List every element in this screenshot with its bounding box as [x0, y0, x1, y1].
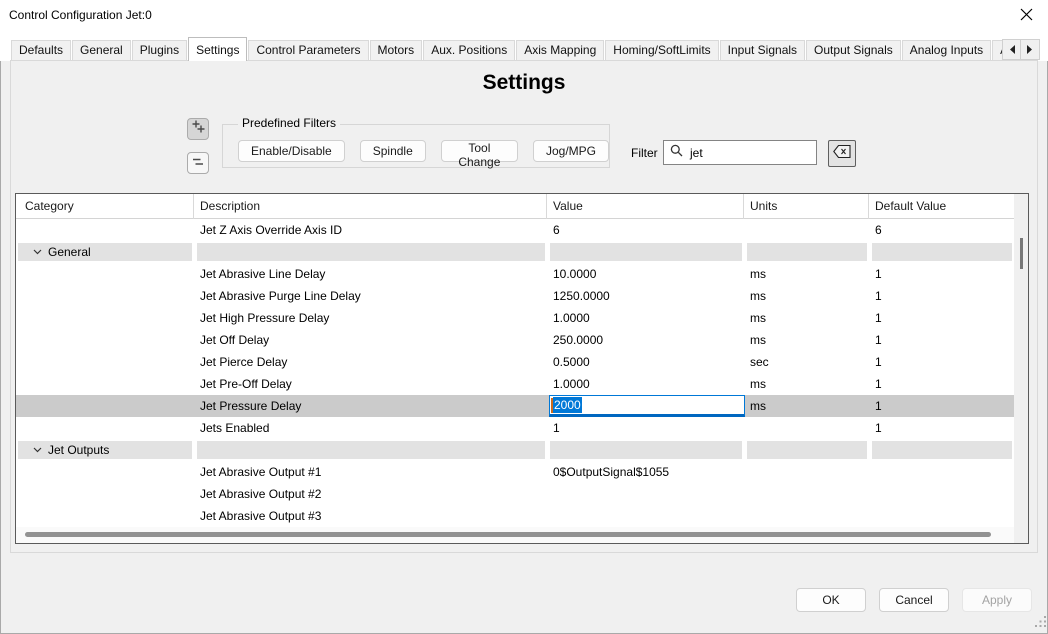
selected-text: 2000: [553, 397, 582, 413]
expand-all-button[interactable]: [187, 118, 209, 140]
table-row[interactable]: Jet Off Delay 250.0000 ms 1: [16, 329, 1014, 351]
table-row[interactable]: Jet Abrasive Output #3: [16, 505, 1014, 527]
category-row-general[interactable]: General: [16, 241, 1014, 263]
close-icon: [1020, 8, 1033, 24]
column-header-description[interactable]: Description: [194, 194, 547, 219]
tab-motors[interactable]: Motors: [370, 40, 423, 61]
tab-input-signals[interactable]: Input Signals: [720, 40, 805, 61]
backspace-icon: [833, 145, 851, 163]
arrow-left-icon: [1009, 41, 1015, 59]
tool-change-filter-button[interactable]: Tool Change: [441, 140, 518, 162]
vertical-scrollbar-thumb[interactable]: [1020, 238, 1023, 269]
spindle-filter-button[interactable]: Spindle: [360, 140, 426, 162]
column-header-units[interactable]: Units: [744, 194, 869, 219]
category-label: General: [48, 243, 91, 261]
title-bar: Control Configuration Jet:0: [0, 0, 1048, 30]
tab-output-signals[interactable]: Output Signals: [806, 40, 901, 61]
filter-search-input[interactable]: jet: [663, 140, 817, 165]
enable-disable-filter-button[interactable]: Enable/Disable: [238, 140, 345, 162]
table-row[interactable]: Jet Z Axis Override Axis ID 6 6: [16, 219, 1014, 241]
clear-filter-button[interactable]: [828, 140, 856, 167]
window-title: Control Configuration Jet:0: [9, 8, 152, 22]
tab-scroll-left-button[interactable]: [1002, 39, 1021, 60]
tab-scroll-right-button[interactable]: [1021, 39, 1040, 60]
category-label: Jet Outputs: [48, 441, 109, 459]
filter-label: Filter: [631, 146, 658, 160]
table-row[interactable]: Jet Abrasive Output #1 0$OutputSignal$10…: [16, 461, 1014, 483]
tab-settings[interactable]: Settings: [188, 37, 247, 61]
table-row[interactable]: Jets Enabled 1 1: [16, 417, 1014, 439]
table-row[interactable]: Jet Abrasive Purge Line Delay 1250.0000 …: [16, 285, 1014, 307]
ok-button[interactable]: OK: [796, 588, 866, 612]
filter-search-value: jet: [690, 146, 703, 160]
tab-aux-positions[interactable]: Aux. Positions: [423, 40, 515, 61]
chevron-down-icon[interactable]: [33, 447, 42, 453]
category-row-jet-outputs[interactable]: Jet Outputs: [16, 439, 1014, 461]
tab-analog-outputs[interactable]: Analog Outputs: [992, 40, 1002, 61]
tab-analog-inputs[interactable]: Analog Inputs: [902, 40, 991, 61]
settings-grid: Category Description Value Units Default…: [15, 193, 1029, 544]
tab-defaults[interactable]: Defaults: [11, 40, 71, 61]
arrow-right-icon: [1027, 41, 1033, 59]
table-row[interactable]: Jet Pierce Delay 0.5000 sec 1: [16, 351, 1014, 373]
collapse-all-icon: [192, 154, 204, 172]
tab-general[interactable]: General: [72, 40, 131, 61]
apply-button[interactable]: Apply: [962, 588, 1032, 612]
table-row-selected[interactable]: Jet Pressure Delay 2000 ms 1: [16, 395, 1014, 417]
tab-plugins[interactable]: Plugins: [132, 40, 187, 61]
chevron-down-icon[interactable]: [33, 249, 42, 255]
tab-axis-mapping[interactable]: Axis Mapping: [516, 40, 604, 61]
resize-grip[interactable]: [1035, 614, 1046, 632]
column-header-value[interactable]: Value: [547, 194, 744, 219]
horizontal-scrollbar-thumb[interactable]: [25, 532, 991, 537]
group-label: Predefined Filters: [238, 116, 340, 130]
page-title: Settings: [11, 71, 1037, 95]
jog-mpg-filter-button[interactable]: Jog/MPG: [533, 140, 609, 162]
dialog-window: Control Configuration Jet:0 Defaults Gen…: [0, 0, 1048, 634]
predefined-filters-group: Predefined Filters Enable/Disable Spindl…: [222, 124, 610, 168]
grid-header: Category Description Value Units Default…: [16, 194, 1014, 219]
table-row[interactable]: Jet Abrasive Output #2: [16, 483, 1014, 505]
table-row[interactable]: Jet High Pressure Delay 1.0000 ms 1: [16, 307, 1014, 329]
horizontal-scrollbar[interactable]: [16, 527, 1014, 543]
collapse-all-button[interactable]: [187, 152, 209, 174]
expand-all-icon: [192, 120, 205, 138]
tab-homing-softlimits[interactable]: Homing/SoftLimits: [605, 40, 718, 61]
vertical-scrollbar[interactable]: [1014, 194, 1028, 543]
cancel-button[interactable]: Cancel: [879, 588, 949, 612]
table-row[interactable]: Jet Abrasive Line Delay 10.0000 ms 1: [16, 263, 1014, 285]
table-row[interactable]: Jet Pre-Off Delay 1.0000 ms 1: [16, 373, 1014, 395]
value-editor[interactable]: 2000: [549, 395, 745, 417]
search-icon: [670, 144, 683, 162]
column-header-default-value[interactable]: Default Value: [869, 194, 1014, 219]
column-header-category[interactable]: Category: [16, 194, 194, 219]
tab-control-parameters[interactable]: Control Parameters: [248, 40, 368, 61]
settings-tab-page: Settings Predefined Filters Enable/Disab…: [10, 60, 1038, 553]
close-button[interactable]: [1010, 4, 1042, 28]
